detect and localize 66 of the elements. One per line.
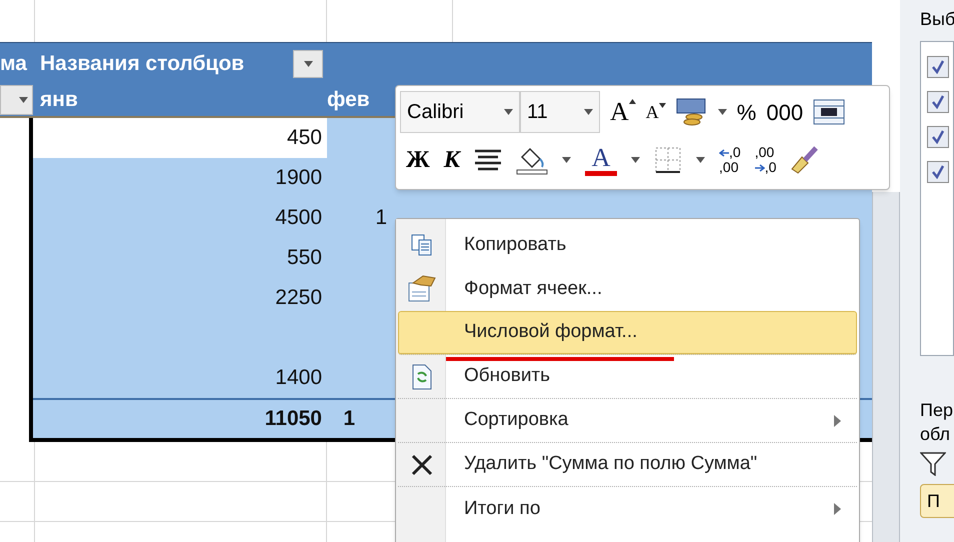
money-icon[interactable] bbox=[676, 97, 708, 127]
total-cell-text: 1 bbox=[342, 406, 355, 432]
vertical-scrollbar[interactable] bbox=[872, 192, 900, 542]
field-checkbox[interactable] bbox=[927, 161, 949, 183]
thousands-button[interactable]: 000 bbox=[766, 96, 804, 128]
submenu-arrow-icon bbox=[834, 503, 841, 515]
month-header: фев bbox=[327, 87, 370, 114]
menu-item[interactable]: Формат ячеек... bbox=[398, 267, 857, 311]
table-cell-text: 4500 bbox=[274, 205, 323, 232]
refresh-icon bbox=[412, 364, 432, 390]
table-cell-text: 1 bbox=[374, 205, 387, 232]
up-triangle-icon bbox=[628, 99, 636, 104]
checkmark-icon bbox=[931, 165, 945, 179]
checkmark-icon bbox=[931, 130, 945, 144]
field-checkbox[interactable] bbox=[927, 56, 949, 78]
areas-label: Пер bbox=[920, 399, 954, 422]
format-painter-icon[interactable] bbox=[790, 145, 820, 175]
area-button[interactable]: П bbox=[920, 484, 954, 518]
font-name-field[interactable]: Calibri bbox=[400, 91, 520, 133]
month-header: янв bbox=[40, 87, 79, 114]
menu-item[interactable]: Копировать bbox=[398, 223, 857, 267]
table-cell-text: 550 bbox=[286, 245, 323, 272]
borders-icon[interactable] bbox=[654, 146, 682, 174]
delete-icon bbox=[411, 454, 433, 476]
dropdown-caret-icon bbox=[504, 109, 513, 115]
submenu-arrow-icon bbox=[834, 414, 841, 426]
field-checkbox[interactable] bbox=[927, 126, 949, 148]
left-arrow-icon bbox=[719, 148, 730, 156]
column-labels-header: Названия столбцов bbox=[40, 50, 246, 77]
increase-decimal-button[interactable]: ,0 ,00 bbox=[719, 145, 741, 175]
field-checkbox[interactable] bbox=[927, 91, 949, 113]
format-cells-icon bbox=[407, 275, 437, 303]
menu-item[interactable]: Сортировка bbox=[398, 399, 857, 443]
menu-item[interactable]: Обновить bbox=[398, 355, 857, 399]
column-filter-button[interactable] bbox=[293, 50, 323, 78]
font-color-button[interactable]: A bbox=[585, 144, 618, 176]
table-cell-text: 1400 bbox=[274, 365, 323, 392]
decrease-decimal-button[interactable]: ,00 ,0 bbox=[754, 145, 776, 175]
dropdown-caret-icon bbox=[718, 109, 727, 115]
fill-bucket-icon[interactable] bbox=[516, 145, 548, 175]
dropdown-caret-icon bbox=[19, 97, 28, 103]
row-labels-header: ма bbox=[0, 50, 28, 77]
align-center-icon[interactable] bbox=[474, 149, 502, 171]
dropdown-caret-icon bbox=[304, 60, 312, 66]
filter-icon bbox=[920, 452, 946, 476]
grow-font-button[interactable]: A bbox=[610, 99, 636, 125]
row-filter-button[interactable] bbox=[0, 85, 33, 115]
font-size-field[interactable]: 11 bbox=[520, 91, 600, 133]
down-triangle-icon bbox=[658, 103, 666, 108]
right-arrow-icon bbox=[754, 164, 765, 172]
total-cell-text: 11050 bbox=[264, 406, 323, 432]
menu-item[interactable]: Удалить "Сумма по полю Сумма" bbox=[398, 443, 857, 487]
dropdown-caret-icon bbox=[584, 109, 593, 115]
shrink-font-button[interactable]: A bbox=[646, 103, 666, 121]
checkmark-icon bbox=[931, 60, 945, 74]
bold-button[interactable]: Ж bbox=[406, 142, 430, 178]
table-cell: 450 bbox=[33, 118, 327, 158]
checkmark-icon bbox=[931, 95, 945, 109]
italic-button[interactable]: К bbox=[444, 142, 460, 178]
wrap-icon[interactable] bbox=[813, 99, 846, 125]
areas-label: обл bbox=[920, 423, 952, 446]
table-cell-text: 1900 bbox=[274, 165, 323, 192]
menu-item[interactable]: Итоги по bbox=[398, 487, 857, 531]
copy-icon bbox=[410, 233, 434, 257]
percent-button[interactable]: % bbox=[736, 96, 756, 128]
table-cell-text: 2250 bbox=[274, 285, 323, 312]
